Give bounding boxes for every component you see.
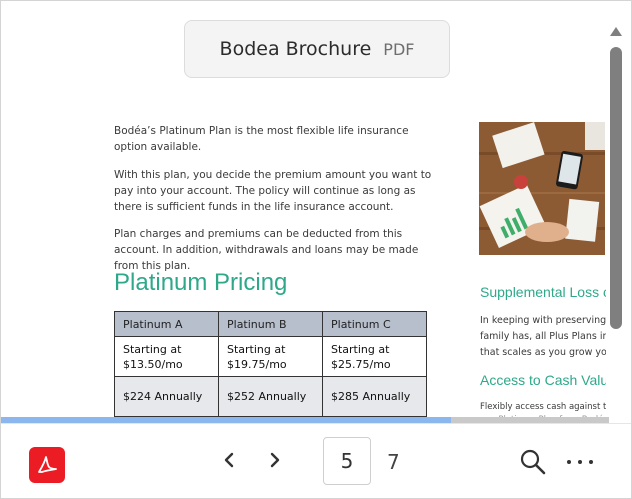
previous-page-button[interactable] [217,448,241,472]
search-button[interactable] [519,448,547,476]
more-horizontal-icon [567,460,571,464]
supplemental-text: In keeping with preserving family has, a… [480,313,606,361]
text-line: that scales as you grow yo [480,347,606,358]
table-cell: $252 Annually [218,376,323,417]
chevron-right-icon [270,452,280,468]
total-pages: 7 [387,450,400,474]
paragraph: Plan charges and premiums can be deducte… [114,228,419,272]
next-page-button[interactable] [263,448,287,472]
bottom-toolbar: 5 7 [1,423,631,498]
pdf-viewer: Bodea Brochure PDF Bodéa’s Platinum Plan… [0,0,632,499]
desk-photo [479,122,605,255]
table-cell: Starting at $13.50/mo [114,336,219,377]
chevron-left-icon [224,452,234,468]
text-line: Flexibly access cash against th [480,402,606,412]
adobe-acrobat-icon[interactable] [29,447,65,483]
table-header-cell: Platinum B [218,311,323,337]
table-cell: Starting at $25.75/mo [322,336,427,377]
supplemental-heading: Supplemental Loss c [480,284,606,300]
document-name: Bodea Brochure [219,38,372,60]
access-heading: Access to Cash Valu [480,372,606,388]
more-options-button[interactable] [567,452,593,472]
text-line: family has, all Plus Plans in [480,331,606,342]
table-cell: Starting at $19.75/mo [218,336,323,377]
table-row: $224 Annually $252 Annually $285 Annuall… [114,376,427,417]
document-title-pill: Bodea Brochure PDF [184,20,450,78]
text-line: In keeping with preserving [480,315,606,326]
scrollbar-thumb[interactable] [610,47,622,329]
paragraph: Bodéa’s Platinum Plan is the most flexib… [114,125,409,153]
table-cell: $285 Annually [322,376,427,417]
scroll-up-arrow-icon[interactable] [608,24,624,38]
current-page-input[interactable]: 5 [323,437,371,485]
table-row: Starting at $13.50/mo Starting at $19.75/m… [114,336,427,377]
document-type: PDF [383,39,415,59]
table-cell: $224 Annually [114,376,219,417]
table-header-cell: Platinum A [114,311,219,337]
pricing-heading: Platinum Pricing [114,269,288,296]
paragraph: With this plan, you decide the premium a… [114,169,432,213]
search-icon [520,449,546,475]
table-header-cell: Platinum C [322,311,427,337]
